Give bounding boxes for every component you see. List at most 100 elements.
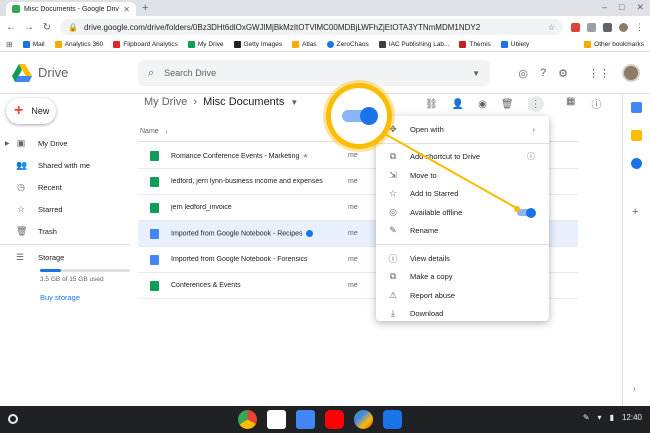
bookmark-item[interactable]: My Drive — [187, 41, 224, 48]
gear-icon[interactable]: ⚙ — [558, 67, 568, 80]
drive-logo[interactable]: Drive — [12, 63, 132, 82]
menu-item-download[interactable]: ⤓ Download — [376, 305, 549, 324]
buy-storage-link[interactable]: Buy storage — [40, 293, 136, 302]
storage-icon: ☰ — [16, 252, 25, 262]
sidebar-item-shared[interactable]: 👥 Shared with me — [0, 154, 138, 176]
name-column-header[interactable]: Name — [140, 128, 159, 135]
menu-item-add-to-starred[interactable]: ☆ Add to Starred — [376, 185, 549, 204]
breadcrumb-parent[interactable]: My Drive — [144, 96, 187, 108]
trash-icon[interactable]: 🗑 — [501, 99, 514, 110]
other-bookmarks[interactable]: Other bookmarks — [584, 41, 644, 48]
status-tray[interactable]: ✎ ▾ ▮ 12:40 — [583, 413, 642, 422]
file-name: Imported from Google Notebook - Forensic… — [171, 256, 308, 263]
bookmark-item[interactable]: Flipboard Analytics — [113, 41, 178, 48]
offline-ready-icon[interactable]: ◎ — [518, 67, 528, 80]
menu-item-available-offline[interactable]: ◎ Available offline — [376, 203, 549, 222]
menu-item-view-details[interactable]: ⓘ View details — [376, 249, 549, 268]
close-icon[interactable]: ✕ — [123, 5, 130, 14]
add-addon-icon[interactable]: + — [632, 206, 638, 218]
offline-toggle[interactable] — [517, 207, 536, 218]
search-input[interactable]: ⌕ Search Drive ▼ — [138, 60, 490, 86]
avatar[interactable] — [622, 64, 640, 82]
file-owner: me — [348, 230, 358, 237]
bookmark-item[interactable]: Analytics 360 — [54, 41, 103, 48]
menu-item-move-to[interactable]: ⇲ Move to — [376, 166, 549, 185]
browser-tab-bar: Misc Documents - Google Drive ✕ + – □ ✕ — [0, 0, 650, 16]
profile-icon[interactable] — [619, 22, 628, 32]
callout-magnifier — [326, 83, 392, 149]
extension-icon[interactable] — [603, 22, 612, 32]
search-placeholder: Search Drive — [164, 68, 217, 78]
extension-icon[interactable] — [571, 22, 580, 32]
sidebar-item-my-drive[interactable]: ▶ ▣ My Drive — [0, 132, 138, 154]
bookmark-item[interactable]: Atlas — [292, 41, 317, 48]
bookmark-item[interactable]: Getty Images — [233, 41, 282, 48]
bookmark-item[interactable]: Ubiety — [500, 41, 529, 48]
breadcrumb-current[interactable]: Misc Documents — [203, 96, 284, 108]
stylus-icon[interactable]: ✎ — [583, 413, 590, 422]
sidebar-item-starred[interactable]: ☆ Starred — [0, 198, 138, 220]
help-icon[interactable]: ? — [540, 67, 546, 79]
grid-view-icon[interactable]: ▦ — [566, 96, 575, 111]
minimize-icon[interactable]: – — [602, 2, 607, 13]
apps-icon[interactable]: ⊞ — [6, 40, 13, 49]
tasks-icon[interactable] — [631, 158, 642, 169]
extension-icon[interactable] — [587, 22, 596, 32]
search-icon[interactable]: ⌕ — [148, 67, 154, 80]
storage-section[interactable]: ☰ Storage 3.5 GB of 15 GB used Buy stora… — [16, 252, 136, 302]
info-icon[interactable]: ⓘ — [591, 96, 601, 111]
link-icon[interactable]: ⛓ — [425, 99, 438, 110]
eye-icon[interactable]: ◉ — [478, 99, 487, 110]
bookmark-item[interactable]: IAC Publishing Lab... — [378, 41, 449, 48]
forward-icon[interactable]: → — [24, 22, 34, 33]
sort-arrow-icon[interactable]: ↓ — [165, 128, 169, 135]
files-icon[interactable] — [383, 410, 402, 429]
bookmark-item[interactable]: Mail — [22, 41, 45, 48]
chevron-right-icon[interactable]: › — [633, 384, 636, 393]
help-icon[interactable]: ⓘ — [527, 151, 535, 162]
drive-logo-icon — [12, 63, 32, 82]
address-bar: ← → ↻ 🔒 drive.google.com/drive/folders/0… — [0, 16, 650, 38]
maximize-icon[interactable]: □ — [619, 2, 624, 13]
menu-item-open-with[interactable]: ✥ Open with › — [376, 120, 549, 139]
chevron-down-icon[interactable]: ▼ — [290, 98, 298, 107]
expand-icon[interactable]: ▶ — [5, 140, 10, 147]
star-icon: ★ — [302, 152, 309, 160]
reload-icon[interactable]: ↻ — [42, 22, 52, 33]
browser-tab[interactable]: Misc Documents - Google Drive ✕ — [6, 2, 136, 16]
info-icon: ⓘ — [388, 253, 398, 264]
play-store-icon[interactable] — [354, 410, 373, 429]
new-tab-button[interactable]: + — [142, 2, 148, 14]
bookmark-item[interactable]: ZeroChaos — [326, 41, 369, 48]
close-window-icon[interactable]: ✕ — [636, 2, 644, 13]
bookmark-item[interactable]: Themis — [459, 41, 491, 48]
menu-item-rename[interactable]: ✎ Rename — [376, 222, 549, 241]
file-owner: me — [348, 178, 358, 185]
gmail-icon[interactable] — [267, 410, 286, 429]
calendar-icon[interactable] — [631, 102, 642, 113]
drive-header: Drive ⌕ Search Drive ▼ ◎ ? ⚙ ⋮⋮ — [0, 52, 650, 94]
sidebar: + New ▶ ▣ My Drive 👥 Shared with me ◷ Re… — [0, 94, 138, 406]
docs-icon — [150, 254, 159, 265]
docs-app-icon[interactable] — [296, 410, 315, 429]
new-button[interactable]: + New — [6, 98, 56, 124]
more-actions-icon[interactable]: ⋮ — [527, 96, 544, 112]
sidebar-item-trash[interactable]: 🗑 Trash — [0, 220, 138, 242]
keep-icon[interactable] — [631, 130, 642, 141]
url-input[interactable]: 🔒 drive.google.com/drive/folders/0Bz3DHt… — [60, 19, 563, 35]
menu-item-report-abuse[interactable]: ⚠ Report abuse — [376, 286, 549, 305]
my-drive-icon: ▣ — [16, 137, 26, 148]
add-person-icon[interactable]: 👤 — [452, 99, 464, 110]
menu-item-make-copy[interactable]: ⧉ Make a copy — [376, 268, 549, 287]
apps-grid-icon[interactable]: ⋮⋮ — [588, 67, 610, 80]
search-options-icon[interactable]: ▼ — [472, 69, 480, 78]
bookmark-star-icon[interactable]: ☆ — [548, 23, 555, 32]
launcher-icon[interactable] — [8, 414, 18, 424]
sidebar-item-recent[interactable]: ◷ Recent — [0, 176, 138, 198]
back-icon[interactable]: ← — [6, 22, 16, 33]
kebab-menu-icon[interactable]: ⋮ — [635, 22, 644, 33]
chrome-icon[interactable] — [238, 410, 257, 429]
move-to-icon: ⇲ — [389, 169, 397, 180]
menu-item-add-shortcut[interactable]: ⧉ Add shortcut to Drive ⓘ — [376, 148, 549, 167]
youtube-icon[interactable] — [325, 410, 344, 429]
